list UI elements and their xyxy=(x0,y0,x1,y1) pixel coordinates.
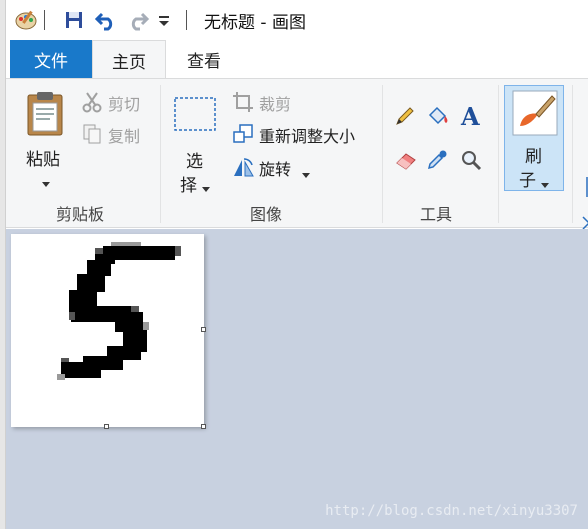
save-icon[interactable] xyxy=(62,8,86,32)
cut-icon[interactable] xyxy=(82,91,102,117)
resize-button[interactable]: 重新调整大小 xyxy=(259,123,355,147)
rotate-dropdown-arrow-icon[interactable] xyxy=(302,164,310,183)
canvas-workspace[interactable]: http://blog.csdn.net/xinyu3307 xyxy=(6,229,588,529)
eraser-icon[interactable] xyxy=(394,149,418,175)
image-group-label: 图像 xyxy=(250,205,283,224)
title-separator xyxy=(186,10,187,30)
brush-icon xyxy=(512,90,558,140)
group-separator xyxy=(498,85,499,223)
undo-icon[interactable] xyxy=(94,8,118,32)
rotate-button[interactable]: 旋转 xyxy=(259,156,291,180)
paste-dropdown-arrow-icon[interactable] xyxy=(42,173,50,192)
tools-group-label: 工具 xyxy=(420,205,453,224)
brushes-label-line1: 刷 xyxy=(525,147,542,167)
paste-button[interactable]: 粘贴 xyxy=(26,145,60,170)
magnifier-icon[interactable] xyxy=(460,149,482,175)
customize-qat-icon[interactable] xyxy=(156,8,172,32)
select-button-line1[interactable]: 选 xyxy=(186,147,203,172)
color-picker-icon[interactable] xyxy=(426,149,448,175)
resize-icon[interactable] xyxy=(232,123,254,149)
tab-view[interactable]: 查看 xyxy=(166,40,242,78)
group-separator xyxy=(160,85,161,223)
copy-icon[interactable] xyxy=(82,123,102,149)
paint-app-icon[interactable] xyxy=(14,8,38,32)
clipboard-group-label: 剪贴板 xyxy=(56,205,105,224)
tab-file[interactable]: 文件 xyxy=(10,40,92,78)
copy-button[interactable]: 复制 xyxy=(108,123,140,147)
text-icon[interactable]: A xyxy=(460,102,484,133)
select-dropdown-arrow-icon[interactable] xyxy=(202,178,210,197)
cut-button[interactable]: 剪切 xyxy=(108,91,140,115)
redo-icon[interactable] xyxy=(126,8,150,32)
fill-icon[interactable] xyxy=(426,105,450,131)
ribbon-tabs: 文件 主页 查看 xyxy=(6,40,588,79)
paste-icon[interactable] xyxy=(26,91,64,141)
select-icon[interactable] xyxy=(174,97,216,135)
crop-button[interactable]: 裁剪 xyxy=(259,91,291,115)
pencil-icon[interactable] xyxy=(394,105,416,131)
drawing-canvas[interactable] xyxy=(11,234,206,429)
brushes-button[interactable]: 刷 子 xyxy=(504,85,564,191)
resize-handle-right[interactable] xyxy=(201,327,206,332)
brushes-label-line2: 子 xyxy=(519,171,536,191)
window-title: 无标题 - 画图 xyxy=(204,13,306,33)
digit-drawing xyxy=(57,242,181,380)
title-bar: 无标题 - 画图 xyxy=(6,0,588,40)
group-separator xyxy=(382,85,383,223)
crop-icon[interactable] xyxy=(232,91,254,117)
watermark: http://blog.csdn.net/xinyu3307 xyxy=(325,503,578,519)
svg-text:A: A xyxy=(460,103,480,129)
qat-separator xyxy=(44,10,45,30)
tab-home[interactable]: 主页 xyxy=(92,40,166,79)
rotate-icon[interactable] xyxy=(232,156,256,182)
brushes-dropdown-arrow-icon xyxy=(541,174,549,193)
group-separator xyxy=(572,85,573,223)
resize-handle-bottom[interactable] xyxy=(104,424,109,429)
select-button-line2[interactable]: 择 xyxy=(180,171,197,196)
resize-handle-corner[interactable] xyxy=(201,424,206,429)
ribbon: 粘贴 剪切 复制 剪贴板 选 择 裁剪 重新调整大小 旋转 图像 A 工具 刷 … xyxy=(6,78,588,230)
